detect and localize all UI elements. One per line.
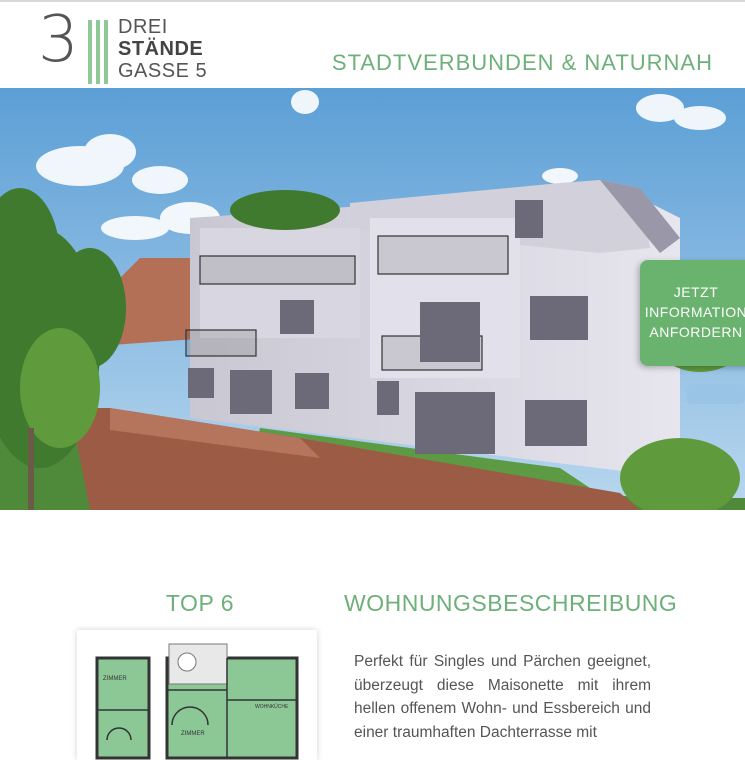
floorplan-room-1: ZIMMER [103,676,127,682]
site-header: 3 DREI STÄNDE GASSE 5 STADTVERBUNDEN & N… [0,2,745,88]
logo-line-1: DREI [118,16,168,38]
logo-number: 3 [38,3,79,77]
section-title: WOHNUNGSBESCHREIBUNG [344,590,678,616]
hero-image: JETZT INFORMATION ANFORDERN [0,88,745,510]
logo-bars-icon [88,20,114,84]
unit-label: TOP 6 [165,590,235,616]
floorplan-image: ZIMMER ZIMMER WOHNKÜCHE [95,643,299,760]
request-info-button[interactable]: JETZT INFORMATION ANFORDERN [640,260,745,366]
cta-line-1: JETZT [673,284,719,300]
floorplan-room-3: WOHNKÜCHE [255,703,289,710]
apartment-description: Perfekt für Singles und Pärchen geeignet… [354,653,651,741]
cta-line-3: ANFORDERN [649,324,743,340]
header-tagline: STADTVERBUNDEN & NATURNAH [331,50,713,75]
logo-line-3: GASSE 5 [118,60,208,82]
cta-line-2: INFORMATION [644,304,745,320]
floorplan-room-2: ZIMMER [181,731,205,737]
logo-line-2: STÄNDE [118,38,204,60]
floorplan-card[interactable]: ZIMMER ZIMMER WOHNKÜCHE [77,630,317,760]
site-logo[interactable]: 3 DREI STÄNDE GASSE 5 [38,4,228,84]
logo-wordmark: DREI STÄNDE GASSE 5 [118,16,207,82]
